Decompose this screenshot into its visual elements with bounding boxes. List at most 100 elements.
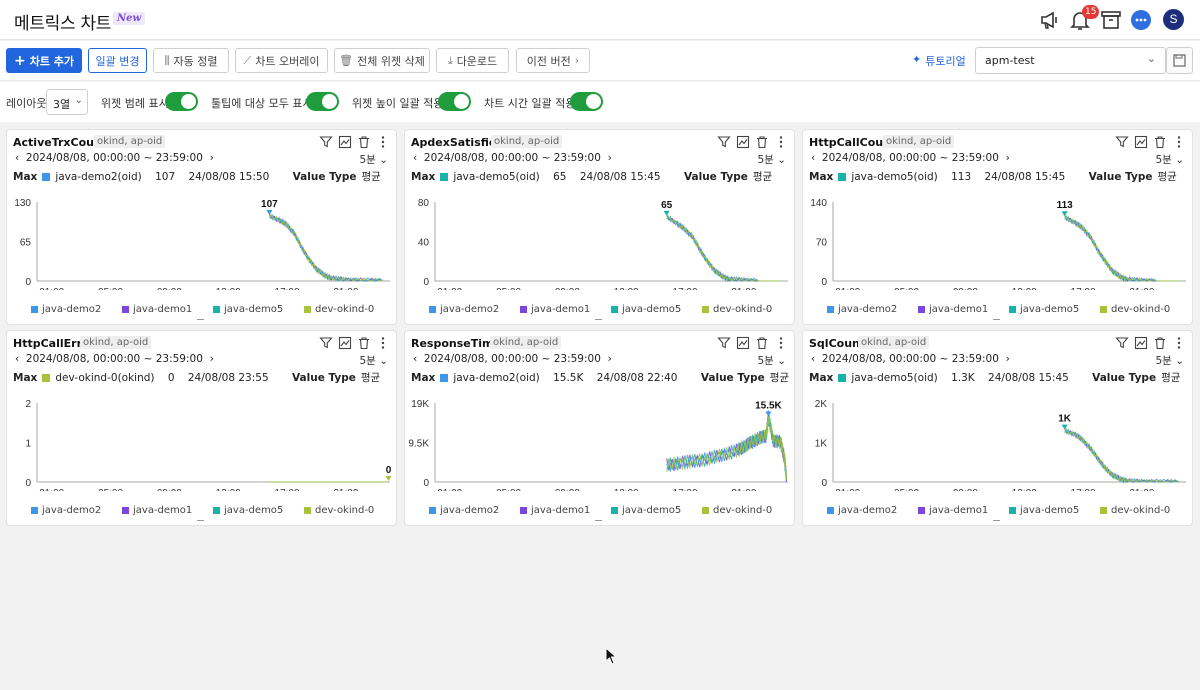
legend-item[interactable]: dev-okind-0 — [702, 505, 793, 516]
legend-item[interactable]: java-demo2 — [827, 304, 918, 315]
chevron-right-icon[interactable]: › — [1006, 152, 1010, 164]
previous-version-button[interactable]: 이전 버전 › — [516, 48, 590, 73]
filter-icon[interactable] — [1115, 336, 1129, 350]
legend-item[interactable]: java-demo1 — [122, 505, 213, 516]
time-range[interactable]: ‹ 2024/08/08, 00:00:00 ~ 23:59:00 › — [811, 353, 1010, 365]
tooltip-toggle[interactable] — [306, 92, 339, 111]
legend-item[interactable]: java-demo2 — [429, 505, 520, 516]
resize-handle[interactable] — [197, 319, 204, 320]
resize-handle[interactable] — [595, 520, 602, 521]
chart-image-icon[interactable] — [1134, 135, 1148, 149]
legend-item[interactable]: java-demo1 — [918, 505, 1009, 516]
time-range[interactable]: ‹ 2024/08/08, 00:00:00 ~ 23:59:00 › — [15, 353, 214, 365]
legend-item[interactable]: java-demo2 — [31, 304, 122, 315]
line-chart[interactable]: 130 65 0 01:00 05:00 09:00 13:00 17:00 21:00 107 — [7, 188, 396, 290]
legend-item[interactable]: dev-okind-0 — [304, 505, 395, 516]
legend-item[interactable]: dev-okind-0 — [702, 304, 793, 315]
line-chart[interactable]: 19K 9.5K 0 01:00 05:00 09:00 13:00 17:00 21:00 15… — [405, 389, 794, 491]
interval-select[interactable]: 5분 ⌄ — [758, 353, 787, 368]
line-chart[interactable]: 80 40 0 01:00 05:00 09:00 13:00 17:00 21:00 65 — [405, 188, 794, 290]
legend-item[interactable]: java-demo5 — [1009, 304, 1100, 315]
trash-icon[interactable] — [755, 336, 769, 350]
height-toggle[interactable] — [438, 92, 471, 111]
chart-image-icon[interactable] — [1134, 336, 1148, 350]
more-icon[interactable] — [774, 135, 788, 149]
chevron-right-icon[interactable]: › — [608, 353, 612, 365]
legend-toggle[interactable] — [165, 92, 198, 111]
avatar[interactable]: S — [1163, 9, 1184, 30]
legend-item[interactable]: java-demo2 — [429, 304, 520, 315]
more-icon[interactable] — [376, 336, 390, 350]
widget-title[interactable]: SqlCount — [809, 337, 865, 350]
time-range[interactable]: ‹ 2024/08/08, 00:00:00 ~ 23:59:00 › — [811, 152, 1010, 164]
legend-item[interactable]: dev-okind-0 — [304, 304, 395, 315]
time-toggle[interactable] — [570, 92, 603, 111]
interval-select[interactable]: 5분 ⌄ — [1156, 152, 1185, 167]
filter-icon[interactable] — [717, 135, 731, 149]
chart-overlay-button[interactable]: ⟋ 차트 오버레이 — [235, 48, 328, 73]
resize-handle[interactable] — [197, 520, 204, 521]
chevron-left-icon[interactable]: ‹ — [413, 353, 417, 365]
trash-icon[interactable] — [1153, 135, 1167, 149]
megaphone-icon[interactable] — [1038, 8, 1062, 32]
trash-icon[interactable] — [357, 135, 371, 149]
legend-item[interactable]: dev-okind-0 — [1100, 304, 1191, 315]
legend-item[interactable]: java-demo2 — [827, 505, 918, 516]
layout-select[interactable]: 3열 ⌄ — [46, 89, 88, 115]
widget-title[interactable]: ActiveTrxCount — [13, 136, 107, 149]
legend-item[interactable]: java-demo5 — [611, 505, 702, 516]
time-range[interactable]: ‹ 2024/08/08, 00:00:00 ~ 23:59:00 › — [413, 152, 612, 164]
line-chart[interactable]: 2K 1K 0 01:00 05:00 09:00 13:00 17:00 21:00 1K — [803, 389, 1192, 491]
tutorial-link[interactable]: ✦ 튜토리얼 — [912, 53, 966, 69]
widget-title[interactable]: ResponseTime — [411, 337, 501, 350]
more-icon[interactable] — [1172, 336, 1186, 350]
chart-image-icon[interactable] — [338, 336, 352, 350]
legend-item[interactable]: java-demo2 — [31, 505, 122, 516]
chevron-left-icon[interactable]: ‹ — [15, 353, 19, 365]
trash-icon[interactable] — [357, 336, 371, 350]
line-chart[interactable]: 2 1 0 01:00 05:00 09:00 13:00 17:00 21:00 0 — [7, 389, 396, 491]
time-range[interactable]: ‹ 2024/08/08, 00:00:00 ~ 23:59:00 › — [413, 353, 612, 365]
legend-item[interactable]: java-demo1 — [520, 304, 611, 315]
interval-select[interactable]: 5분 ⌄ — [360, 353, 389, 368]
line-chart[interactable]: 140 70 0 01:00 05:00 09:00 13:00 17:00 21:00 113 — [803, 188, 1192, 290]
chat-icon[interactable] — [1129, 8, 1153, 32]
project-select[interactable]: apm-test ⌄ — [975, 47, 1166, 74]
legend-item[interactable]: java-demo5 — [1009, 505, 1100, 516]
chevron-left-icon[interactable]: ‹ — [413, 152, 417, 164]
legend-item[interactable]: java-demo5 — [213, 304, 304, 315]
time-range[interactable]: ‹ 2024/08/08, 00:00:00 ~ 23:59:00 › — [15, 152, 214, 164]
interval-select[interactable]: 5분 ⌄ — [1156, 353, 1185, 368]
filter-icon[interactable] — [717, 336, 731, 350]
chart-image-icon[interactable] — [736, 135, 750, 149]
trash-icon[interactable] — [755, 135, 769, 149]
chevron-right-icon[interactable]: › — [1006, 353, 1010, 365]
save-button[interactable] — [1166, 47, 1193, 74]
add-chart-button[interactable]: + 차트 추가 — [6, 48, 82, 73]
change-all-button[interactable]: 일괄 변경 — [88, 48, 147, 73]
legend-item[interactable]: java-demo1 — [520, 505, 611, 516]
legend-item[interactable]: java-demo1 — [122, 304, 213, 315]
filter-icon[interactable] — [1115, 135, 1129, 149]
resize-handle[interactable] — [595, 319, 602, 320]
archive-icon[interactable] — [1099, 8, 1123, 32]
chevron-left-icon[interactable]: ‹ — [15, 152, 19, 164]
filter-icon[interactable] — [319, 135, 333, 149]
trash-icon[interactable] — [1153, 336, 1167, 350]
chevron-left-icon[interactable]: ‹ — [811, 353, 815, 365]
auto-align-button[interactable]: ⫼ 자동 정렬 — [153, 48, 229, 73]
chevron-left-icon[interactable]: ‹ — [811, 152, 815, 164]
legend-item[interactable]: dev-okind-0 — [1100, 505, 1191, 516]
resize-handle[interactable] — [993, 319, 1000, 320]
filter-icon[interactable] — [319, 336, 333, 350]
chart-image-icon[interactable] — [736, 336, 750, 350]
chart-image-icon[interactable] — [338, 135, 352, 149]
more-icon[interactable] — [1172, 135, 1186, 149]
interval-select[interactable]: 5분 ⌄ — [360, 152, 389, 167]
download-button[interactable]: ⤓ 다운로드 — [436, 48, 509, 73]
more-icon[interactable] — [376, 135, 390, 149]
interval-select[interactable]: 5분 ⌄ — [758, 152, 787, 167]
more-icon[interactable] — [774, 336, 788, 350]
chevron-right-icon[interactable]: › — [210, 353, 214, 365]
legend-item[interactable]: java-demo1 — [918, 304, 1009, 315]
